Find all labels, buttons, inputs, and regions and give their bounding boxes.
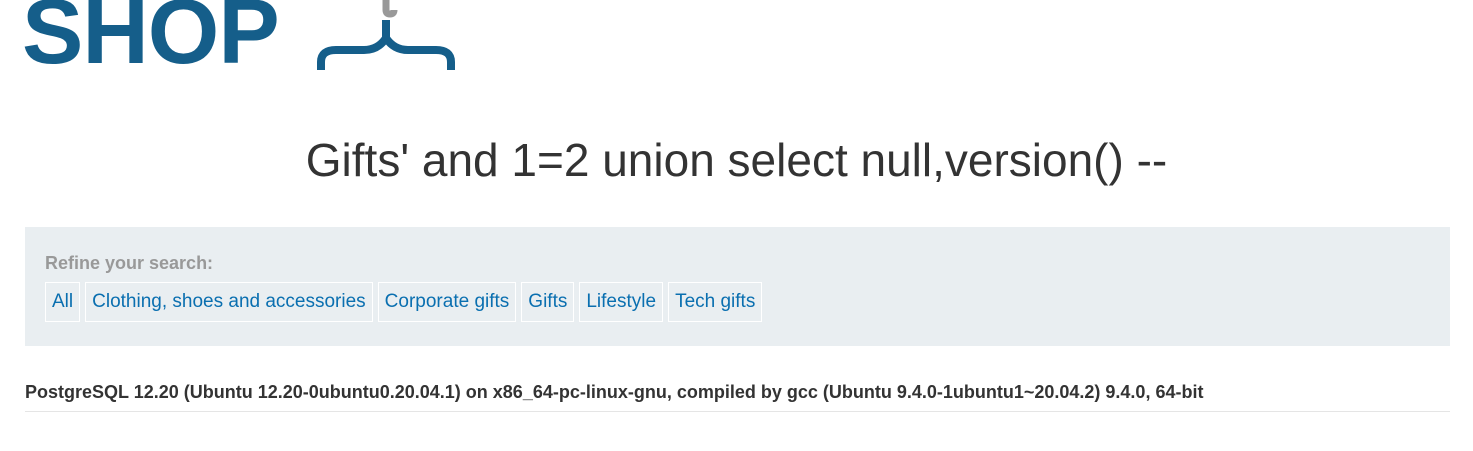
filter-link-gifts[interactable]: Gifts bbox=[521, 282, 575, 322]
page-title: Gifts' and 1=2 union select null,version… bbox=[305, 134, 1168, 186]
filter-label: Refine your search: bbox=[45, 253, 214, 273]
filter-links: All Clothing, shoes and accessories Corp… bbox=[45, 282, 763, 322]
table-row: PostgreSQL 12.20 (Ubuntu 12.20-0ubuntu0.… bbox=[25, 372, 1450, 412]
filter-link-tech-gifts[interactable]: Tech gifts bbox=[668, 282, 763, 322]
result-text: PostgreSQL 12.20 (Ubuntu 12.20-0ubuntu0.… bbox=[25, 382, 1204, 402]
filter-link-corporate-gifts[interactable]: Corporate gifts bbox=[377, 282, 517, 322]
logo-text: SHOP bbox=[22, 0, 280, 83]
hanger-icon bbox=[317, 0, 455, 70]
shop-logo[interactable]: SHOP bbox=[22, 0, 280, 83]
filter-link-all[interactable]: All bbox=[45, 282, 81, 322]
filter-link-clothing[interactable]: Clothing, shoes and accessories bbox=[85, 282, 373, 322]
filter-panel: Refine your search: All Clothing, shoes … bbox=[25, 227, 1450, 346]
filter-link-lifestyle[interactable]: Lifestyle bbox=[579, 282, 664, 322]
